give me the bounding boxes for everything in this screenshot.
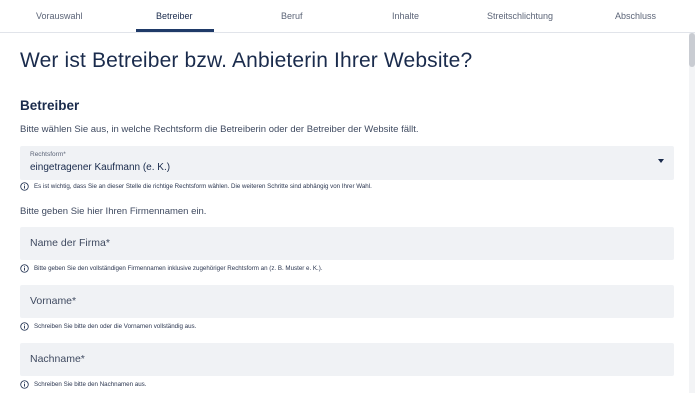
info-icon <box>20 264 29 273</box>
info-icon <box>20 182 29 191</box>
tab-betreiber[interactable]: Betreiber <box>156 11 193 21</box>
firma-placeholder: Name der Firma* <box>30 237 110 249</box>
rechtsform-label: Rechtsform* <box>30 151 66 158</box>
nachname-input[interactable]: Nachname* <box>20 343 674 376</box>
vorname-hint: Schreiben Sie bitte den oder die Vorname… <box>20 321 196 332</box>
firmenname-description: Bitte geben Sie hier Ihren Firmennamen e… <box>20 206 207 217</box>
scrollbar-track[interactable] <box>689 33 695 393</box>
page-title: Wer ist Betreiber bzw. Anbieterin Ihrer … <box>20 49 473 72</box>
section-title: Betreiber <box>20 98 80 113</box>
tab-inhalte[interactable]: Inhalte <box>392 11 419 21</box>
firma-input[interactable]: Name der Firma* <box>20 227 674 260</box>
tab-vorauswahl[interactable]: Vorauswahl <box>36 11 83 21</box>
nachname-placeholder: Nachname* <box>30 353 85 365</box>
tab-streitschlichtung[interactable]: Streitschlichtung <box>487 11 553 21</box>
rechtsform-hint-text: Es ist wichtig, dass Sie an dieser Stell… <box>34 183 372 190</box>
rechtsform-select[interactable]: Rechtsform* eingetragener Kaufmann (e. K… <box>20 146 674 180</box>
rechtsform-hint: Es ist wichtig, dass Sie an dieser Stell… <box>20 181 372 192</box>
info-icon <box>20 380 29 389</box>
tab-beruf[interactable]: Beruf <box>281 11 303 21</box>
section-description: Bitte wählen Sie aus, in welche Rechtsfo… <box>20 124 419 135</box>
vorname-hint-text: Schreiben Sie bitte den oder die Vorname… <box>34 323 197 330</box>
tab-abschluss[interactable]: Abschluss <box>615 11 656 21</box>
scrollbar-thumb[interactable] <box>689 33 695 67</box>
caret-down-icon[interactable] <box>658 159 664 163</box>
firma-hint-text: Bitte geben Sie den vollständigen Firmen… <box>34 265 323 272</box>
active-tab-indicator <box>136 29 214 32</box>
nachname-hint-text: Schreiben Sie bitte den Nachnamen aus. <box>34 381 147 388</box>
vorname-placeholder: Vorname* <box>30 295 77 307</box>
firma-hint: Bitte geben Sie den vollständigen Firmen… <box>20 263 323 274</box>
nachname-hint: Schreiben Sie bitte den Nachnamen aus. <box>20 379 146 390</box>
info-icon <box>20 322 29 331</box>
vorname-input[interactable]: Vorname* <box>20 285 674 318</box>
progress-tabs: Vorauswahl Betreiber Beruf Inhalte Strei… <box>0 0 695 33</box>
rechtsform-value: eingetragener Kaufmann (e. K.) <box>30 162 171 173</box>
